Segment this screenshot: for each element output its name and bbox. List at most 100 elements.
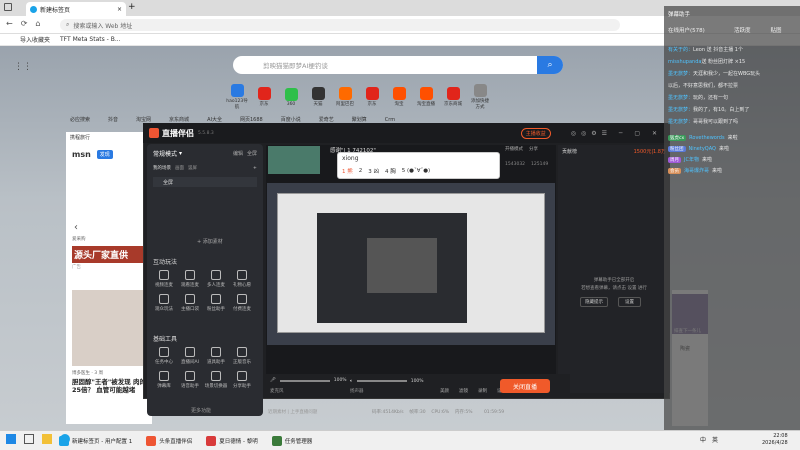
basic_tools-item-2[interactable]: 道具助手 bbox=[203, 347, 229, 365]
news2-image[interactable] bbox=[72, 290, 152, 366]
interactive_tools-item-4[interactable]: 观众玩法 bbox=[151, 294, 177, 312]
online-users[interactable]: 在线用户(578) bbox=[668, 26, 705, 34]
task-view-icon[interactable] bbox=[24, 434, 34, 444]
tray-lang-en[interactable]: 英 bbox=[712, 435, 718, 444]
ime-candidate-0[interactable]: 1 熊 bbox=[342, 167, 353, 175]
quick-link-5[interactable]: 京东 bbox=[361, 87, 383, 107]
secondary-link-0[interactable]: 必应搜索 bbox=[70, 116, 90, 123]
interactive_tools-item-7[interactable]: 付费连麦 bbox=[229, 294, 255, 312]
quick-link-0[interactable]: hao123导航 bbox=[226, 84, 248, 110]
earnings-button[interactable]: 主播收益 bbox=[520, 127, 551, 139]
interactive_tools-item-1[interactable]: 观看连麦 bbox=[177, 270, 203, 288]
speaker-slider[interactable] bbox=[356, 380, 407, 382]
quick-link-3[interactable]: 天猫 bbox=[307, 87, 329, 107]
taskbar-item-0[interactable]: 新建标签页 - 用户配置 1 bbox=[56, 433, 135, 449]
secondary-link-9[interactable]: Crm bbox=[385, 117, 395, 123]
new-tab-button[interactable]: + bbox=[128, 2, 136, 12]
add-material-button[interactable]: + 添加素材 bbox=[197, 238, 223, 245]
chat-user[interactable]: misshupanda bbox=[668, 59, 701, 65]
rank-label[interactable]: 贡献榜 bbox=[562, 148, 577, 155]
window-menu-icon[interactable] bbox=[4, 3, 12, 11]
basic_tools-item-7[interactable]: 分享助手 bbox=[229, 371, 255, 389]
record-button[interactable]: 录制 bbox=[478, 388, 487, 394]
tray-lang-zh[interactable]: 中 bbox=[700, 435, 706, 444]
interactive_tools-item-5[interactable]: 主播口袋 bbox=[177, 294, 203, 312]
chat-user[interactable]: 墨无旅梦： bbox=[668, 107, 693, 113]
home-icon[interactable]: ⌂ bbox=[35, 19, 40, 28]
interactive_tools-item-0[interactable]: 视频连麦 bbox=[151, 270, 177, 288]
chat-user[interactable]: 墨无旅梦： bbox=[668, 119, 693, 125]
ime-candidate-1[interactable]: 2 bbox=[359, 168, 363, 174]
play-mode-label[interactable]: 开播模式 bbox=[505, 146, 523, 152]
search-button[interactable]: ⌕ bbox=[537, 56, 563, 74]
basic_tools-item-3[interactable]: 正版音乐 bbox=[229, 347, 255, 365]
stop-live-button[interactable]: 关闭直播 bbox=[500, 379, 550, 393]
chat-user[interactable]: 墨无旅梦： bbox=[668, 71, 693, 77]
basic_tools-item-5[interactable]: 语音助手 bbox=[177, 371, 203, 389]
ime-candidate-4[interactable]: 5 (●ˇ∀ˇ●) bbox=[402, 168, 430, 174]
my-scene-label[interactable]: 我的场景 bbox=[153, 165, 171, 171]
secondary-link-6[interactable]: 百度小说 bbox=[281, 116, 301, 123]
quick-link-6[interactable]: 淘宝 bbox=[388, 87, 410, 107]
quick-link-7[interactable]: 淘宝直播 bbox=[415, 87, 437, 107]
taskbar-item-1[interactable]: 头条直播伴侣 bbox=[143, 433, 195, 449]
quick-link-4[interactable]: 阿里巴巴 bbox=[334, 87, 356, 107]
scene-tab-2[interactable]: 竖屏 bbox=[188, 165, 197, 171]
secondary-link-7[interactable]: 爱奇艺 bbox=[319, 116, 334, 123]
more-functions-button[interactable]: 更多功能 bbox=[191, 407, 211, 414]
share-button[interactable]: 分享 bbox=[529, 146, 538, 152]
clock-time[interactable]: 22:08 bbox=[762, 433, 787, 440]
quick-link-1[interactable]: 京东 bbox=[253, 87, 275, 107]
join-user[interactable]: 海哥爆炸哥 bbox=[684, 167, 709, 174]
ime-candidate-3[interactable]: 4 胸 bbox=[385, 167, 396, 175]
favorite-import[interactable]: 导入收藏夹 bbox=[20, 35, 50, 44]
scene-tab-1[interactable]: 画面 bbox=[175, 165, 184, 171]
secondary-link-2[interactable]: 淘宝网 bbox=[136, 116, 151, 123]
file-explorer-icon[interactable] bbox=[42, 434, 52, 444]
chat-tab-activity[interactable]: 活跃度 bbox=[734, 26, 751, 34]
secondary-link-8[interactable]: 聚划算 bbox=[352, 116, 367, 123]
layout-label[interactable]: 全屏 bbox=[247, 150, 257, 157]
secondary-link-3[interactable]: 京东商城 bbox=[169, 116, 189, 123]
taskbar-item-2[interactable]: 夏日德情 - 黎明 bbox=[203, 433, 260, 449]
basic_tools-item-4[interactable]: 弹幕库 bbox=[151, 371, 177, 389]
join-user[interactable]: NinetyQAQ bbox=[689, 146, 717, 152]
quick-link-2[interactable]: 360 bbox=[280, 87, 302, 107]
chat-user[interactable]: 有关于的： bbox=[668, 47, 693, 53]
speaker-icon[interactable]: 🔈︎ bbox=[350, 378, 353, 384]
quick-link-8[interactable]: 京东商城 bbox=[442, 87, 464, 107]
msn-tab-discover[interactable]: 发现 bbox=[96, 150, 113, 159]
tab-new-tab[interactable]: 新建标签页 × bbox=[26, 2, 126, 16]
basic_tools-item-1[interactable]: 直播间AI bbox=[177, 347, 203, 365]
favorite-tft[interactable]: TFT Meta Stats - B... bbox=[60, 36, 121, 43]
mic-slider[interactable] bbox=[279, 379, 330, 382]
apps-grid-icon[interactable]: ⋮⋮ bbox=[14, 62, 32, 72]
windows-start-icon[interactable] bbox=[6, 434, 16, 444]
interactive_tools-item-6[interactable]: 粉丝助手 bbox=[203, 294, 229, 312]
screen-preview[interactable] bbox=[267, 183, 555, 345]
edit-button[interactable]: 编辑 bbox=[233, 150, 243, 157]
join-user[interactable]: JC年物 bbox=[684, 156, 699, 163]
join-user[interactable]: Rovethewords bbox=[689, 135, 724, 141]
chat-user[interactable]: 墨无旅梦： bbox=[668, 95, 693, 101]
close-icon[interactable]: × bbox=[117, 6, 122, 13]
mode-dropdown[interactable]: 常规模式 bbox=[153, 149, 177, 158]
back-icon[interactable]: ← bbox=[6, 19, 13, 28]
address-field[interactable]: ⌕ 搜索或输入 Web 地址 bbox=[60, 19, 620, 31]
comment-settings-button[interactable]: 设置 bbox=[618, 297, 641, 307]
news2-title[interactable]: 胆固醇"王者"被发现 肉的25倍？ 血管可能越堵 bbox=[72, 378, 152, 394]
scene-item-fullscreen[interactable]: 全屏 bbox=[153, 177, 257, 187]
beauty-button[interactable]: 美颜 bbox=[440, 388, 449, 394]
clock-date[interactable]: 2026/4/28 bbox=[762, 440, 788, 447]
chat-tab-stickers[interactable]: 贴图 bbox=[771, 26, 782, 34]
travel-link[interactable]: 携程旅行 bbox=[66, 132, 146, 142]
news1-title[interactable]: 源头厂家直供 bbox=[72, 246, 152, 263]
interactive_tools-item-2[interactable]: 多人连麦 bbox=[203, 270, 229, 288]
refresh-icon[interactable]: ⟳ bbox=[21, 19, 28, 28]
secondary-link-5[interactable]: 网页1688 bbox=[240, 116, 263, 123]
scene-thumbnail[interactable] bbox=[268, 146, 320, 174]
add-scene-icon[interactable]: + bbox=[253, 166, 257, 171]
interactive_tools-item-3[interactable]: 礼物心愿 bbox=[229, 270, 255, 288]
quick-link-9[interactable]: 添加快捷方式 bbox=[469, 84, 491, 110]
mic-icon[interactable]: 🎤︎ bbox=[270, 378, 276, 383]
